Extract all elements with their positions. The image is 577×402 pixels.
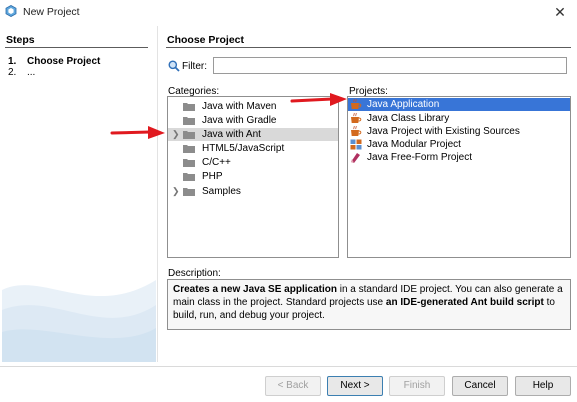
close-window-button[interactable]: ✕ <box>545 1 575 23</box>
java-cup-icon <box>351 113 362 123</box>
folder-icon <box>183 173 195 181</box>
folder-icon <box>183 145 195 153</box>
folder-icon <box>183 117 195 125</box>
project-java-freeform[interactable]: Java Free-Form Project <box>348 151 570 164</box>
search-icon <box>168 60 180 72</box>
java-freeform-icon <box>351 153 360 163</box>
filter-input[interactable] <box>213 57 567 74</box>
decorative-wave-graphic <box>2 280 156 362</box>
folder-icon <box>183 103 195 111</box>
choose-project-divider <box>166 47 571 48</box>
back-button[interactable]: < Back <box>265 376 321 396</box>
help-button[interactable]: Help <box>515 376 571 396</box>
red-arrow-icon <box>290 93 347 106</box>
category-php[interactable]: PHP <box>168 170 338 183</box>
category-label: Java with Gradle <box>202 115 277 126</box>
red-arrow-icon <box>110 126 165 139</box>
folder-icon <box>183 159 195 167</box>
filter-label: Filter: <box>182 61 207 72</box>
footer-divider <box>0 366 577 367</box>
finish-button[interactable]: Finish <box>389 376 445 396</box>
category-c-cpp[interactable]: C/C++ <box>168 156 338 169</box>
chevron-right-icon[interactable]: ❯ <box>172 128 180 141</box>
category-label: C/C++ <box>202 157 231 168</box>
cancel-button[interactable]: Cancel <box>452 376 508 396</box>
window-title: New Project <box>23 6 80 18</box>
project-java-modular[interactable]: Java Modular Project <box>348 138 570 151</box>
category-java-with-gradle[interactable]: Java with Gradle <box>168 114 338 127</box>
java-cup-icon <box>351 126 362 136</box>
project-label: Java Application <box>367 99 440 110</box>
folder-icon <box>183 131 195 139</box>
projects-list[interactable]: Java Application Java Class Library Java… <box>347 96 571 258</box>
description-emphasis: Creates a new Java SE application <box>173 284 337 295</box>
step-number: 2. <box>8 67 17 78</box>
folder-icon <box>183 188 195 196</box>
project-label: Java Modular Project <box>367 139 461 150</box>
description-label: Description: <box>168 268 221 279</box>
title-bar <box>0 0 577 24</box>
category-java-with-ant[interactable]: ❯ Java with Ant <box>168 128 338 141</box>
category-label: PHP <box>202 171 223 182</box>
choose-project-heading: Choose Project <box>167 34 245 46</box>
category-label: HTML5/JavaScript <box>202 143 285 154</box>
next-button[interactable]: Next > <box>327 376 383 396</box>
steps-divider <box>5 47 148 48</box>
chevron-right-icon[interactable]: ❯ <box>172 185 180 198</box>
step-number: 1. <box>8 56 17 67</box>
step-choose-project: Choose Project <box>27 56 101 67</box>
project-java-class-library[interactable]: Java Class Library <box>348 112 570 125</box>
project-label: Java Class Library <box>367 113 450 124</box>
steps-heading: Steps <box>6 34 35 46</box>
project-label: Java Free-Form Project <box>367 152 473 163</box>
java-modular-icon <box>350 139 362 150</box>
category-label: Java with Maven <box>202 101 277 112</box>
description-text: Creates a new Java SE application in a s… <box>167 279 571 330</box>
project-java-existing-sources[interactable]: Java Project with Existing Sources <box>348 125 570 138</box>
categories-tree[interactable]: Java with Maven Java with Gradle ❯ Java … <box>167 96 339 258</box>
step-pending: ... <box>27 67 36 78</box>
category-html5-javascript[interactable]: HTML5/JavaScript <box>168 142 338 155</box>
project-java-application[interactable]: Java Application <box>348 98 570 111</box>
project-label: Java Project with Existing Sources <box>367 126 520 137</box>
java-cup-icon <box>351 99 362 109</box>
category-label: Java with Ant <box>202 129 261 140</box>
netbeans-logo-icon <box>5 5 17 17</box>
description-emphasis: an IDE-generated Ant build script <box>385 297 544 308</box>
category-samples[interactable]: ❯ Samples <box>168 185 338 198</box>
category-label: Samples <box>202 186 241 197</box>
